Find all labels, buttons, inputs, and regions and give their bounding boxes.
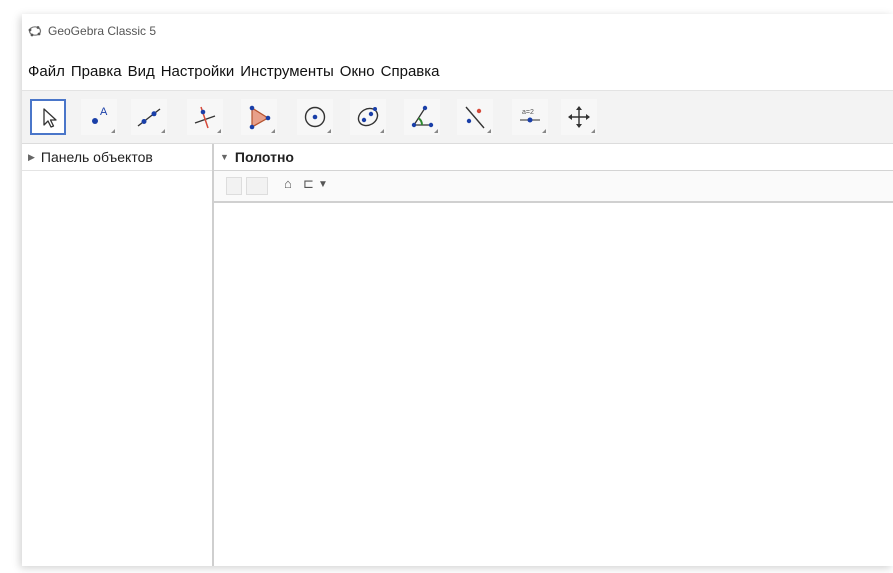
point-icon: A <box>92 106 108 124</box>
menu-settings[interactable]: Настройки <box>158 63 238 80</box>
menu-bar: Файл Правка Вид Настройки Инструменты Ок… <box>22 58 893 84</box>
perpendicular-line-icon <box>194 106 216 129</box>
menu-edit[interactable]: Правка <box>68 63 125 80</box>
menu-tools[interactable]: Инструменты <box>237 63 337 80</box>
style-bar-toggle[interactable] <box>226 177 242 195</box>
angle-icon <box>411 105 434 128</box>
tool-menu-indicator <box>542 129 546 133</box>
tool-ellipse[interactable] <box>350 99 386 135</box>
tool-menu-indicator <box>111 129 115 133</box>
toolbar: A a=2 <box>22 90 893 144</box>
move-pointer-icon <box>43 108 57 128</box>
window-title: GeoGebra Classic 5 <box>48 24 157 38</box>
tool-circle[interactable] <box>297 99 333 135</box>
move-graphics-icon <box>568 106 590 128</box>
svg-text:A: A <box>100 106 108 118</box>
algebra-view-title: Панель объектов <box>40 149 153 165</box>
tool-line[interactable] <box>131 99 167 135</box>
polygon-icon <box>249 105 271 130</box>
reflect-icon <box>465 106 485 129</box>
expand-triangle-icon[interactable]: ▶ <box>28 152 35 163</box>
home-icon[interactable]: ⌂ <box>284 176 292 191</box>
tool-menu-indicator <box>380 129 384 133</box>
slider-icon: a=2 <box>520 109 540 123</box>
tool-angle[interactable] <box>404 99 440 135</box>
graphics-view-header[interactable]: ▼ Полотно <box>214 144 893 171</box>
graphics-view-title: Полотно <box>234 149 294 165</box>
tool-point[interactable]: A <box>81 99 117 135</box>
menu-window[interactable]: Окно <box>337 63 378 80</box>
tool-perpendicular[interactable] <box>187 99 223 135</box>
tool-reflect[interactable] <box>457 99 493 135</box>
graphics-view-icon[interactable]: ⊏ <box>303 176 314 192</box>
style-bar-grid[interactable] <box>246 177 268 195</box>
geogebra-window: GeoGebra Classic 5 Файл Правка Вид Настр… <box>22 14 893 566</box>
ellipse-icon <box>357 107 379 127</box>
tool-menu-indicator <box>161 129 165 133</box>
tool-menu-indicator <box>487 129 491 133</box>
title-bar: GeoGebra Classic 5 <box>22 14 893 48</box>
tool-menu-indicator <box>327 129 331 133</box>
circle-center-icon <box>304 106 326 128</box>
tool-menu-indicator <box>434 129 438 133</box>
line-icon <box>137 108 161 127</box>
graphics-style-bar: ⌂ ⊏ ▼ <box>214 171 893 203</box>
tool-polygon[interactable] <box>241 99 277 135</box>
graphics-view[interactable]: ▼ Полотно ⌂ ⊏ ▼ <box>214 144 893 566</box>
tool-menu-indicator <box>271 129 275 133</box>
menu-help[interactable]: Справка <box>378 63 443 80</box>
dropdown-icon[interactable]: ▼ <box>318 179 328 190</box>
tool-slider[interactable]: a=2 <box>512 99 548 135</box>
tool-move[interactable] <box>30 99 66 135</box>
collapse-triangle-icon[interactable]: ▼ <box>220 152 229 162</box>
svg-text:a=2: a=2 <box>522 109 534 116</box>
algebra-view-header[interactable]: ▶ Панель объектов <box>22 144 212 171</box>
tool-menu-indicator <box>591 129 595 133</box>
menu-view[interactable]: Вид <box>125 63 158 80</box>
tool-menu-indicator <box>217 129 221 133</box>
algebra-view[interactable]: ▶ Панель объектов <box>22 144 214 566</box>
tool-move-graphics[interactable] <box>561 99 597 135</box>
geogebra-app-icon <box>28 26 42 37</box>
menu-file[interactable]: Файл <box>22 63 68 80</box>
